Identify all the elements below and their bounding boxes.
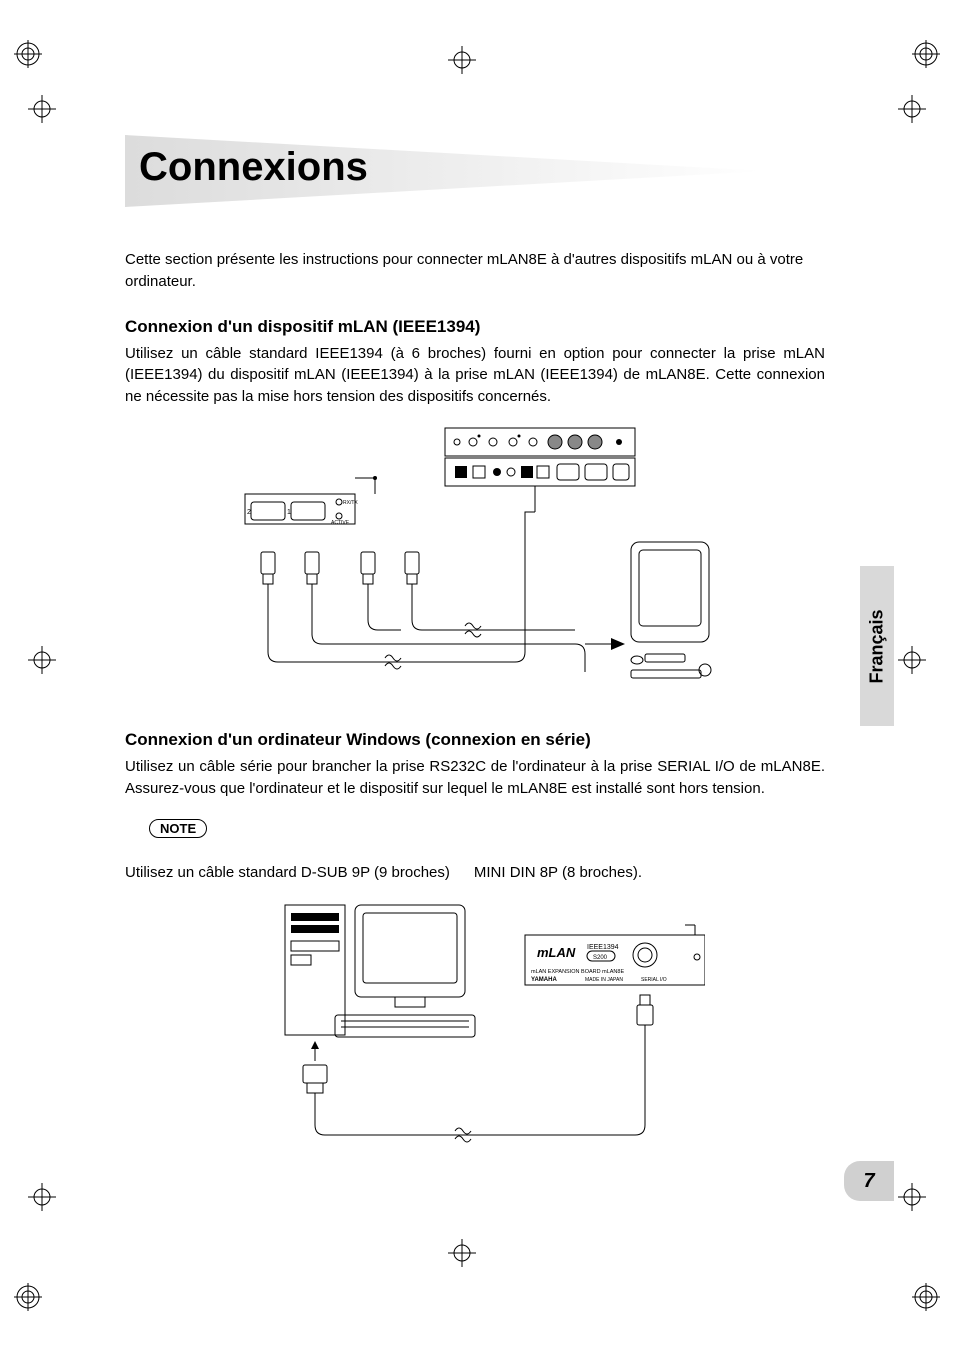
language-tab: Français [860,566,894,726]
section1-heading: Connexion d'un dispositif mLAN (IEEE1394… [125,317,825,337]
port2-label: 2 [247,509,251,516]
page-number: 7 [844,1161,894,1201]
board-label: mLAN EXPANSION BOARD mLAN8E [531,969,624,975]
diagram-serial: mLAN IEEE1394 S200 mLAN EXPANSION BOARD … [125,895,825,1145]
section1-body: Utilisez un câble standard IEEE1394 (à 6… [125,343,825,408]
section2-heading: Connexion d'un ordinateur Windows (conne… [125,730,825,750]
section2-body: Utilisez un câble série pour brancher la… [125,756,825,800]
serial-label: SERIAL I/O [641,977,667,983]
ieee-label: IEEE1394 [587,944,619,951]
cable-left: Utilisez un câble standard D-SUB 9P (9 b… [125,864,450,881]
page-title: Connexions [125,135,825,190]
language-label: Français [867,609,888,683]
rxtx-label: RX/TX [343,500,358,506]
diagram-ieee1394: 2 1 RX/TX ACTIVE [125,422,825,702]
intro-text: Cette section présente les instructions … [125,249,825,293]
port1-label: 1 [287,509,291,516]
mlan-brand: mLAN [537,945,576,960]
maker-label: YAMAHA [531,977,557,983]
made-label: MADE IN JAPAN [585,977,623,983]
model-label: S200 [593,955,608,961]
cable-right: MINI DIN 8P (8 broches). [474,864,642,881]
note-badge: NOTE [149,819,207,838]
cable-line: Utilisez un câble standard D-SUB 9P (9 b… [125,864,825,881]
active-label: ACTIVE [331,520,350,526]
